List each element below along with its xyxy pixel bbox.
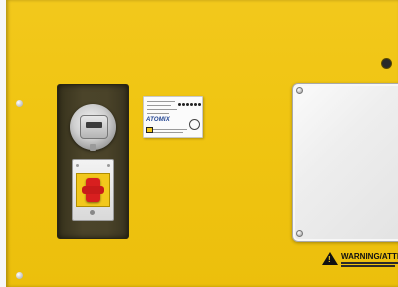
access-door[interactable] [292,83,398,242]
rating-nameplate: ATOMIX [143,96,203,138]
certification-badge-icon [189,119,200,130]
utility-meter [70,104,116,151]
nameplate-text-line [147,105,171,106]
switch-screw-icon [76,164,79,167]
rotary-switch-knob[interactable] [82,178,104,202]
top-screw [382,59,391,68]
nameplate-text-line [147,113,169,114]
left-screw-lower [16,272,23,279]
meter-display [86,122,102,128]
left-screw-upper [16,100,23,107]
warning-triangle-icon: ! [322,252,338,265]
warning-glyph: ! [328,255,331,264]
nameplate-text-line [153,132,183,133]
nameplate-text-line [147,101,175,102]
nameplate-text-line [147,109,177,110]
warning-fine-print [341,265,395,267]
door-screw-icon [296,230,303,237]
nameplate-text-line [153,129,187,130]
switch-bottom-screw [90,210,95,215]
equipment-panel-photo: ATOMIX ! WARNING/ATTEN [0,0,398,287]
meter-seal-tab [90,144,96,151]
nameplate-indicator-dots [178,103,201,106]
meter-face [80,115,108,139]
warning-title: WARNING/ATTEN [341,252,398,261]
nameplate-warning-icon [146,127,153,133]
switch-yellow-face [76,173,110,207]
warning-fine-print [341,262,398,264]
door-screw-icon [296,87,303,94]
disconnect-switch[interactable] [72,159,114,221]
nameplate-brand: ATOMIX [146,117,170,123]
warning-label: ! WARNING/ATTEN [322,252,398,267]
switch-screw-icon [107,164,110,167]
